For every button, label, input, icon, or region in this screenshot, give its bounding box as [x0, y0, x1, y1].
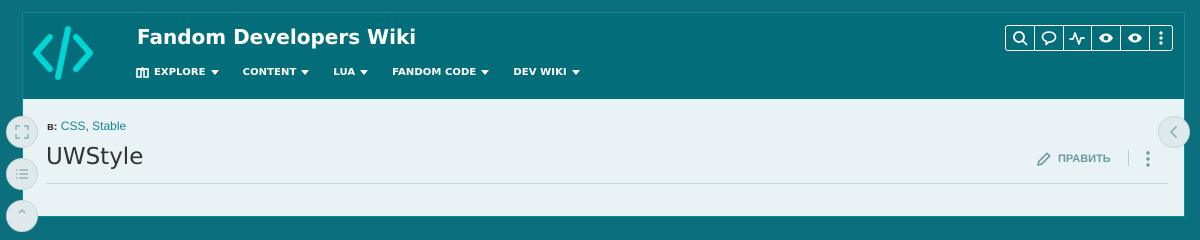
- wiki-title[interactable]: Fandom Developers Wiki: [137, 25, 416, 49]
- article-content: в: CSS, Stable UWStyle ПРАВИТЬ: [23, 99, 1184, 216]
- discussions-button[interactable]: [1035, 26, 1064, 50]
- article-categories: в: CSS, Stable: [47, 119, 126, 133]
- right-rail-toggle-button[interactable]: [1158, 116, 1190, 148]
- eye-icon: [1099, 33, 1114, 43]
- edit-button[interactable]: ПРАВИТЬ: [1035, 150, 1111, 168]
- category-link-css[interactable]: CSS: [61, 119, 86, 133]
- more-actions-icon[interactable]: [1140, 149, 1156, 169]
- table-of-contents-button[interactable]: [6, 158, 38, 190]
- watch-button[interactable]: [1092, 26, 1122, 50]
- page-frame: Fandom Developers Wiki EXPLORE CONTENT L…: [22, 12, 1185, 217]
- action-divider: [1128, 150, 1129, 166]
- discussions-icon: [1041, 31, 1056, 46]
- recent-changes-button[interactable]: [1064, 26, 1093, 50]
- sidebar-extra-button[interactable]: [6, 200, 38, 232]
- page-title: UWStyle: [46, 144, 144, 170]
- edit-label: ПРАВИТЬ: [1058, 153, 1111, 165]
- nav-fandom-code-label: FANDOM CODE: [392, 66, 477, 78]
- watch-button-2[interactable]: [1121, 26, 1150, 50]
- caret-down-icon: [481, 69, 490, 75]
- explore-icon: [136, 67, 149, 78]
- nav-content[interactable]: CONTENT: [243, 64, 310, 80]
- expand-icon: [15, 125, 29, 139]
- category-link-stable[interactable]: Stable: [92, 119, 126, 133]
- community-header: Fandom Developers Wiki EXPLORE CONTENT L…: [23, 13, 1184, 99]
- eye-icon: [1128, 33, 1143, 43]
- activity-icon: [1069, 32, 1086, 45]
- nav-lua-label: LUA: [333, 66, 356, 78]
- nav-explore-label: EXPLORE: [154, 66, 206, 78]
- more-tools-button[interactable]: [1150, 26, 1172, 50]
- categories-label: в:: [47, 121, 58, 133]
- wiki-navigation: EXPLORE CONTENT LUA FANDOM CODE DEV WIKI: [136, 64, 604, 80]
- code-brackets-icon[interactable]: [32, 23, 94, 83]
- search-button[interactable]: [1006, 26, 1035, 50]
- list-icon: [16, 169, 28, 179]
- nav-dev-wiki-label: DEV WIKI: [513, 66, 567, 78]
- caret-down-icon: [360, 69, 369, 75]
- nav-content-label: CONTENT: [242, 66, 297, 78]
- search-icon: [1012, 31, 1028, 46]
- chevron-left-icon: [1170, 126, 1177, 138]
- wiki-tools: [1005, 25, 1173, 51]
- caret-down-icon: [571, 69, 580, 75]
- chevron-icon: [18, 209, 26, 214]
- nav-explore[interactable]: EXPLORE: [136, 64, 219, 80]
- nav-dev-wiki[interactable]: DEV WIKI: [513, 64, 580, 80]
- nav-lua[interactable]: LUA: [333, 64, 369, 80]
- caret-down-icon: [210, 69, 219, 75]
- title-divider: [46, 183, 1168, 184]
- nav-fandom-code[interactable]: FANDOM CODE: [392, 64, 490, 80]
- fullscreen-toggle-button[interactable]: [6, 116, 38, 148]
- caret-down-icon: [301, 69, 310, 75]
- pencil-icon: [1037, 152, 1051, 166]
- more-vertical-icon: [1159, 31, 1163, 45]
